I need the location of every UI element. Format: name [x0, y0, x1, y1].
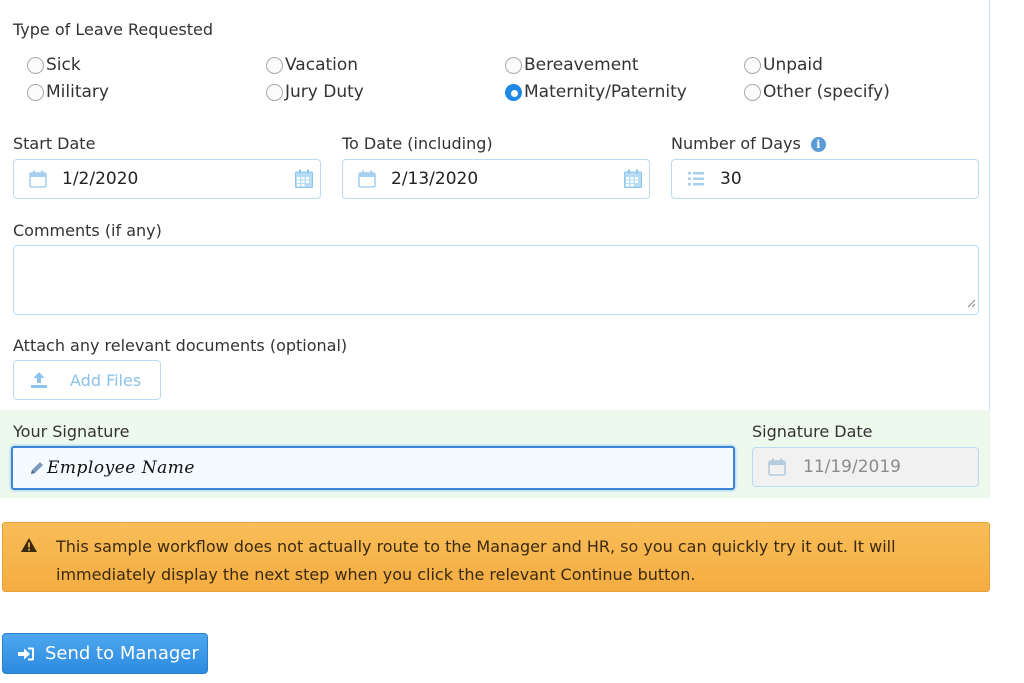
number-of-days-label: Number of Days i	[671, 134, 826, 153]
radio-button[interactable]	[266, 83, 283, 101]
sign-in-icon	[17, 646, 35, 662]
to-date-label: To Date (including)	[342, 134, 493, 153]
radio-label-bereavement: Bereavement	[524, 55, 639, 75]
add-files-button[interactable]: Add Files	[13, 360, 161, 400]
signature-value: Employee Name	[47, 458, 195, 478]
radio-button[interactable]	[27, 83, 44, 101]
radio-sick[interactable]: Sick	[27, 55, 81, 75]
number-of-days-text: Number of Days	[671, 134, 801, 153]
radio-button[interactable]	[27, 56, 44, 74]
radio-other[interactable]: Other (specify)	[744, 82, 890, 102]
signature-date-field: 11/19/2019	[752, 447, 979, 487]
radio-button[interactable]	[744, 56, 761, 74]
signature-date-value: 11/19/2019	[803, 457, 901, 477]
signature-label: Your Signature	[13, 422, 130, 441]
radio-label-maternity-paternity: Maternity/Paternity	[524, 82, 687, 102]
pencil-icon	[29, 460, 45, 476]
date-picker-icon[interactable]	[294, 169, 314, 189]
calendar-icon	[357, 170, 377, 188]
radio-military[interactable]: Military	[27, 82, 109, 102]
radio-button-checked[interactable]	[505, 83, 522, 101]
radio-bereavement[interactable]: Bereavement	[505, 55, 639, 75]
start-date-field[interactable]: 1/2/2020	[13, 159, 321, 199]
number-of-days-field[interactable]: 30	[671, 159, 979, 199]
upload-icon	[30, 371, 48, 389]
add-files-label: Add Files	[70, 370, 142, 390]
attach-label: Attach any relevant documents (optional)	[13, 336, 348, 355]
leave-type-label: Type of Leave Requested	[13, 20, 214, 39]
send-to-manager-button[interactable]: Send to Manager	[2, 633, 208, 674]
comments-label: Comments (if any)	[13, 221, 162, 240]
resize-grip-icon[interactable]	[966, 293, 976, 312]
info-icon[interactable]: i	[810, 137, 826, 152]
radio-label-vacation: Vacation	[285, 55, 359, 75]
warning-icon	[20, 537, 38, 553]
alert-message: This sample workflow does not actually r…	[56, 537, 896, 584]
signature-input[interactable]: Employee Name	[11, 446, 735, 490]
radio-label-jury-duty: Jury Duty	[285, 82, 364, 102]
radio-button[interactable]	[266, 56, 283, 74]
radio-vacation[interactable]: Vacation	[266, 55, 358, 75]
radio-label-military: Military	[46, 82, 109, 102]
to-date-field[interactable]: 2/13/2020	[342, 159, 650, 199]
comments-textarea[interactable]	[13, 245, 979, 315]
warning-alert: This sample workflow does not actually r…	[2, 522, 990, 592]
calendar-icon	[28, 170, 48, 188]
radio-label-other: Other (specify)	[763, 82, 890, 102]
radio-jury-duty[interactable]: Jury Duty	[266, 82, 364, 102]
radio-label-sick: Sick	[46, 55, 81, 75]
radio-unpaid[interactable]: Unpaid	[744, 55, 823, 75]
calendar-icon	[767, 458, 787, 476]
to-date-value: 2/13/2020	[391, 169, 479, 189]
list-icon	[686, 170, 706, 188]
start-date-value: 1/2/2020	[62, 169, 139, 189]
date-picker-icon[interactable]	[623, 169, 643, 189]
radio-button[interactable]	[505, 56, 522, 74]
signature-date-label: Signature Date	[752, 422, 873, 441]
radio-label-unpaid: Unpaid	[763, 55, 823, 75]
send-to-manager-label: Send to Manager	[45, 643, 199, 664]
number-of-days-value: 30	[720, 169, 742, 189]
radio-button[interactable]	[744, 83, 761, 101]
radio-maternity-paternity[interactable]: Maternity/Paternity	[505, 82, 687, 102]
start-date-label: Start Date	[13, 134, 96, 153]
